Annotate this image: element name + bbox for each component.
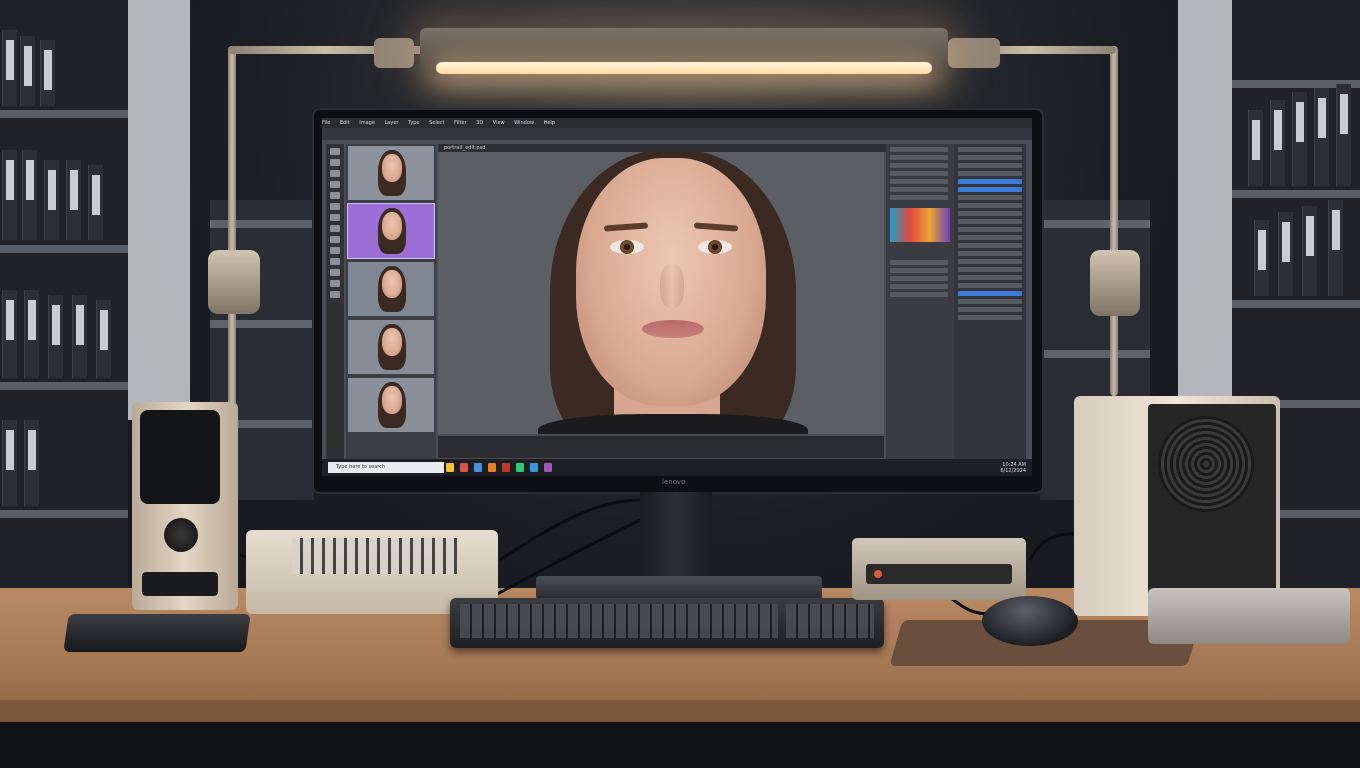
fan-grille-icon: [1158, 416, 1254, 512]
speaker-knob[interactable]: [164, 518, 198, 552]
mouse[interactable]: [982, 596, 1078, 646]
power-led: [874, 570, 882, 578]
mini-pc: [852, 538, 1026, 600]
desk-scene: lenovo File Edit Image Layer Type Select…: [0, 0, 1360, 768]
external-drive: [1148, 588, 1350, 644]
left-speaker: [132, 402, 238, 610]
keyboard[interactable]: [450, 598, 884, 648]
smartphone[interactable]: [63, 614, 251, 652]
calculator-keypad[interactable]: [292, 538, 458, 574]
